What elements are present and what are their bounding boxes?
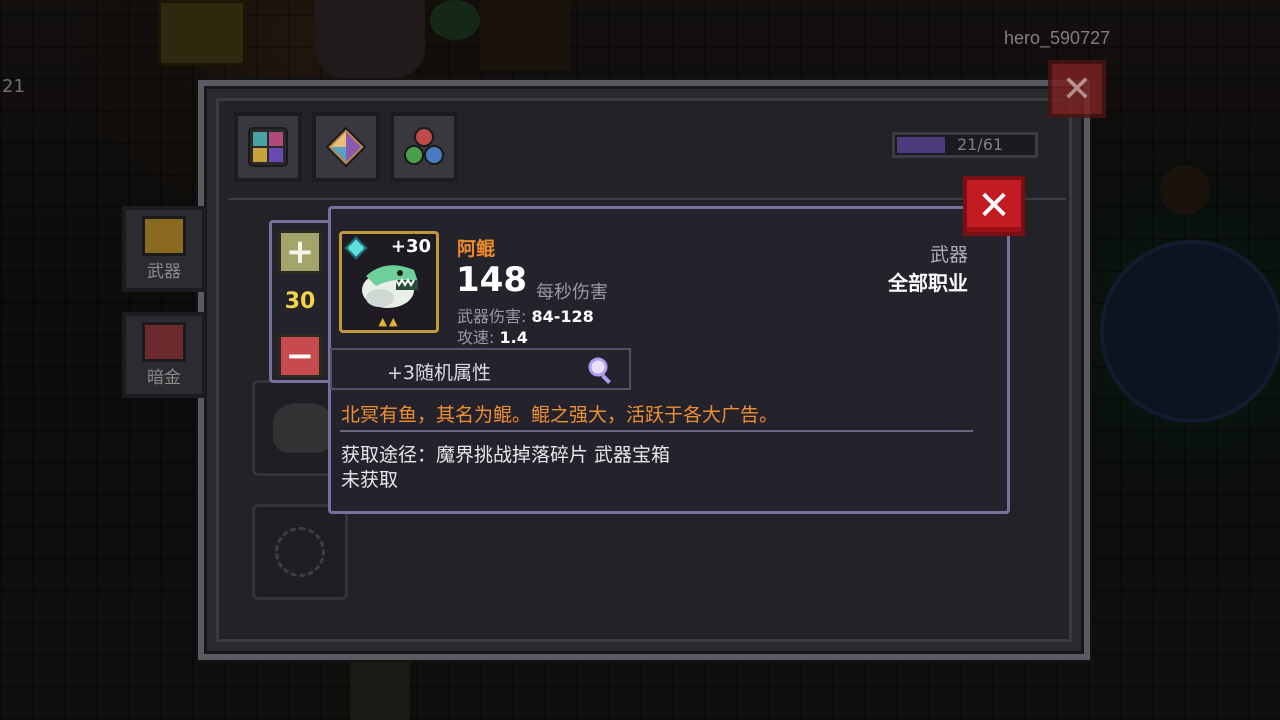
magnifier-icon[interactable]	[587, 356, 615, 384]
crystal-icon	[325, 126, 367, 168]
side-tab-label: 武器	[147, 262, 181, 282]
orbs-icon	[404, 127, 444, 165]
player-name: hero_590727	[1004, 28, 1111, 48]
quantity-value: 30	[284, 289, 316, 314]
speed-line: 攻速: 1.4	[457, 324, 528, 348]
tab-potions[interactable]	[390, 112, 458, 182]
item-level-badge: +30	[390, 236, 431, 257]
tooltip-divider	[340, 430, 973, 432]
star-row: ▲▲	[378, 315, 400, 328]
item-slot[interactable]	[252, 504, 348, 600]
speed-label: 攻速:	[457, 328, 500, 347]
minus-icon: −	[285, 336, 315, 376]
inventory-counter: 21/61	[892, 132, 1038, 158]
close-icon: ✕	[977, 183, 1011, 229]
item-status: 未获取	[341, 469, 399, 491]
dps-label: 每秒伤害	[536, 282, 608, 303]
inventory-divider	[228, 198, 1066, 200]
item-type: 武器	[929, 244, 968, 266]
random-attribute-box[interactable]: +3随机属性	[330, 348, 631, 390]
dps-value: 148	[456, 260, 527, 300]
dark-gold-chest-icon	[142, 322, 186, 362]
tooltip-close-button[interactable]: ✕	[963, 176, 1025, 236]
grid-icon	[248, 127, 288, 167]
item-source: 获取途径：魔界挑战掉落碎片 武器宝箱	[341, 444, 671, 466]
item-icon-frame: +30 ▲▲	[339, 231, 439, 333]
quantity-plus-button[interactable]: +	[278, 230, 322, 274]
side-tab-label: 暗金	[147, 368, 181, 388]
fish-silhouette-icon	[273, 403, 333, 453]
random-attribute-label: +3随机属性	[387, 362, 492, 384]
item-description: 北冥有鱼，其名为鲲。鲲之强大，活跃于各大广告。	[341, 404, 779, 426]
kun-fish-sprite	[362, 265, 418, 308]
weapon-chest-icon	[142, 216, 186, 256]
quantity-minus-button[interactable]: −	[278, 334, 322, 378]
item-name: 阿鲲	[457, 238, 496, 260]
damage-value: 84-128	[531, 307, 594, 326]
inventory-close-button[interactable]: ✕	[1048, 60, 1106, 118]
side-tab-dark-gold[interactable]: 暗金	[122, 312, 206, 398]
speed-value: 1.4	[499, 328, 528, 347]
close-icon: ✕	[1061, 68, 1093, 110]
counter-text: 21/61	[956, 135, 1004, 154]
quantity-stepper: + 30 −	[269, 220, 331, 383]
tab-all[interactable]	[234, 112, 302, 182]
side-tab-weapons[interactable]: 武器	[122, 206, 206, 292]
unknown-item-icon	[275, 527, 325, 577]
plus-icon: +	[285, 232, 315, 272]
tab-gems[interactable]	[312, 112, 380, 182]
edge-number: 21	[2, 76, 25, 97]
item-class: 全部职业	[888, 271, 968, 295]
